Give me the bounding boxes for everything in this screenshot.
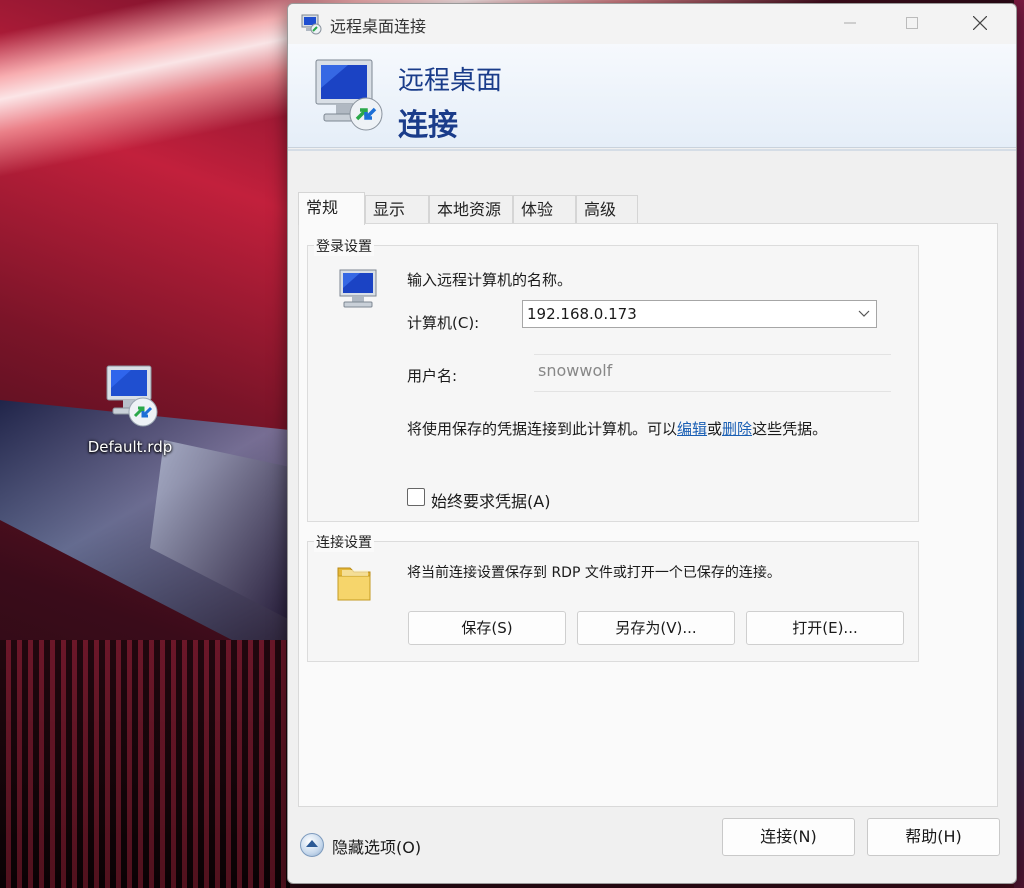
maximize-icon: [906, 17, 918, 29]
banner-divider: [288, 149, 1016, 151]
banner-title-line2: 连接: [398, 108, 458, 143]
remote-desktop-icon: [106, 365, 158, 427]
credentials-text-after: 这些凭据。: [752, 420, 828, 438]
connection-description: 将当前连接设置保存到 RDP 文件或打开一个已保存的连接。: [407, 565, 781, 581]
edit-credentials-link[interactable]: 编辑: [677, 420, 707, 438]
connection-settings-title: 连接设置: [314, 532, 374, 552]
hide-options-label[interactable]: 隐藏选项(O): [332, 834, 421, 858]
desktop-shortcut-label: Default.rdp: [87, 438, 173, 456]
credentials-message: 将使用保存的凭据连接到此计算机。可以编辑或删除这些凭据。: [407, 418, 827, 439]
remote-desktop-icon: [312, 56, 386, 136]
always-ask-credentials-checkbox[interactable]: [407, 488, 425, 506]
header-banner: 远程桌面 连接: [288, 44, 1016, 148]
save-as-button[interactable]: 另存为(V)...: [577, 611, 735, 645]
folder-icon: [334, 560, 376, 610]
close-icon: [973, 16, 987, 30]
wallpaper-city: [0, 640, 290, 888]
maximize-button[interactable]: [888, 4, 936, 42]
title-bar[interactable]: 远程桌面连接: [288, 4, 1016, 44]
chevron-down-icon[interactable]: [858, 301, 870, 335]
tab-experience[interactable]: 体验: [513, 195, 576, 223]
remote-desktop-window: 远程桌面连接 远程桌面 连接 常规 显示 本地资源 体验 高级 登录设置 输入远…: [287, 3, 1017, 884]
computer-label: 计算机(C):: [407, 314, 480, 332]
always-ask-credentials-label[interactable]: 始终要求凭据(A): [431, 488, 550, 512]
chevron-up-icon[interactable]: [300, 833, 324, 857]
tab-general[interactable]: 常规: [298, 192, 365, 225]
open-button[interactable]: 打开(E)...: [746, 611, 904, 645]
minimize-button[interactable]: [826, 4, 874, 42]
computer-value: 192.168.0.173: [527, 305, 637, 323]
help-button[interactable]: 帮助(H): [867, 818, 1000, 856]
close-button[interactable]: [956, 4, 1004, 42]
login-settings-title: 登录设置: [314, 236, 374, 256]
username-field: snowwolf: [534, 354, 891, 392]
tab-local-resources[interactable]: 本地资源: [429, 195, 513, 223]
window-title: 远程桌面连接: [330, 17, 427, 36]
save-button[interactable]: 保存(S): [408, 611, 566, 645]
tab-advanced[interactable]: 高级: [576, 195, 638, 223]
credentials-or-text: 或: [707, 420, 723, 438]
connect-button[interactable]: 连接(N): [722, 818, 855, 856]
banner-title-line1: 远程桌面: [398, 66, 503, 96]
computer-combobox[interactable]: 192.168.0.173: [522, 300, 877, 328]
credentials-text-before: 将使用保存的凭据连接到此计算机。可以: [407, 420, 678, 438]
desktop-shortcut-default-rdp[interactable]: Default.rdp: [78, 362, 182, 456]
minimize-icon: [844, 22, 856, 24]
delete-credentials-link[interactable]: 删除: [722, 420, 752, 438]
tab-display[interactable]: 显示: [365, 195, 429, 223]
monitor-icon: [334, 268, 382, 314]
remote-desktop-icon: [300, 13, 322, 39]
computer-instruction: 输入远程计算机的名称。: [407, 271, 573, 289]
username-label: 用户名:: [407, 367, 458, 385]
